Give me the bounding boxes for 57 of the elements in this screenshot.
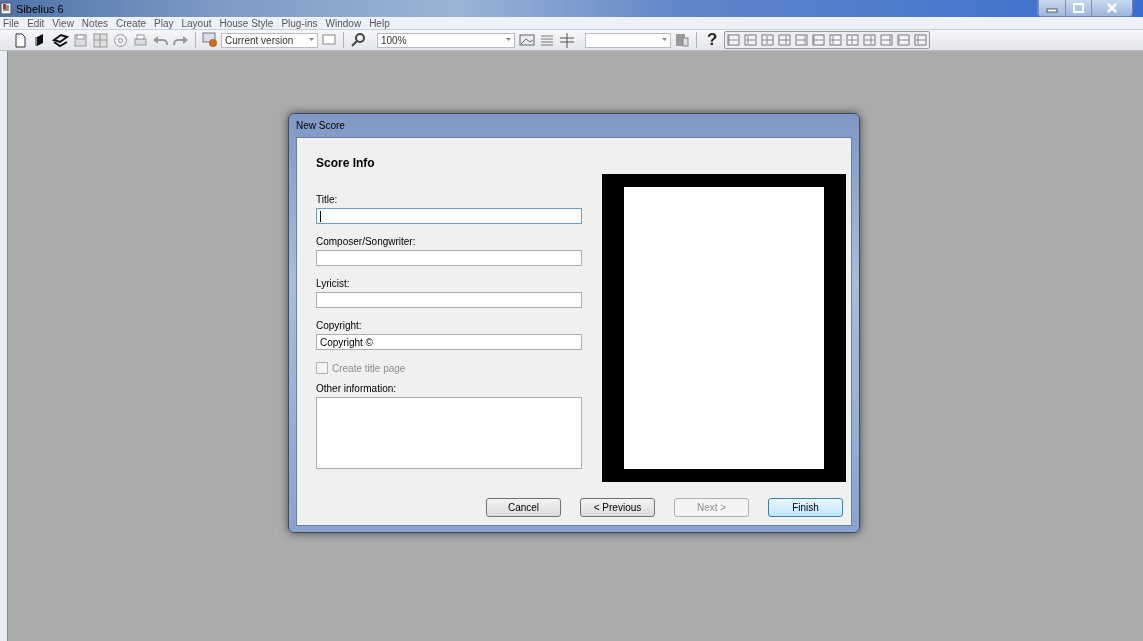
panel-toggle-icon[interactable] [895,32,913,48]
maximize-icon[interactable] [1065,0,1091,16]
input-field[interactable] [316,250,582,266]
input-field[interactable]: Copyright © [316,334,582,350]
field-label: Composer/Songwriter: [316,236,417,247]
panel-toggle-icon[interactable] [912,32,930,48]
menu-item[interactable]: Layout [181,17,212,29]
lines-icon[interactable] [539,32,555,48]
panel-toggle-icon[interactable] [861,32,879,48]
app-icon [0,2,12,15]
input-field[interactable] [316,292,582,308]
dropdown-arrow-icon [504,36,514,44]
input-field[interactable] [316,208,582,224]
close-icon[interactable] [1091,0,1132,16]
dialog-button[interactable]: < Previous [580,498,655,517]
panel-toggle-icon[interactable] [844,32,862,48]
menu-item[interactable]: Plug-ins [281,17,318,29]
menu-item[interactable]: House Style [219,17,274,29]
dropdown-arrow-icon [307,36,317,44]
panel-toggle-icon[interactable] [827,32,845,48]
panel-toggle-icon[interactable] [810,32,828,48]
style-dropdown[interactable] [585,32,671,48]
field-label: Lyricist: [316,278,351,289]
menu-item[interactable]: Window [325,17,362,29]
window-title: Sibelius 6 [16,2,64,15]
panorama-icon[interactable] [518,32,536,48]
menu-item[interactable]: Edit [27,17,45,29]
menu-item[interactable]: Help [369,17,390,29]
section-heading: Score Info [316,156,376,170]
magnifier-icon[interactable] [350,32,368,48]
version-dropdown[interactable]: Current version [221,32,318,48]
document-icon[interactable] [674,32,690,48]
field-label: Other information: [316,383,398,394]
minimize-icon[interactable] [1038,0,1065,16]
panel-toggle-icon[interactable] [776,32,794,48]
dialog-button[interactable]: Cancel [486,498,561,517]
menu-item[interactable]: View [52,17,74,29]
zoom-dropdown[interactable]: 100% [377,32,515,48]
panel-toggle-icon[interactable] [742,32,760,48]
printer-icon[interactable] [132,31,149,49]
panel-toggle-icon[interactable] [759,32,777,48]
menu-item[interactable]: Notes [81,17,108,29]
checkbox-label: Create title page [332,362,406,374]
dropdown-arrow-icon [660,36,670,44]
field-label: Title: [316,194,339,205]
panel-toggle-icon[interactable] [878,32,896,48]
field-label: Copyright: [316,320,363,331]
menu-item[interactable]: File [3,17,20,29]
panel-toggle-icon[interactable] [793,32,811,48]
menu-item[interactable]: Play [154,17,174,29]
dialog-title: New Score [296,119,346,133]
text-area[interactable] [316,397,582,469]
disc-icon[interactable] [112,31,129,49]
help-button[interactable]: ? [707,30,718,50]
panel-toggle-icon[interactable] [725,32,743,48]
dialog-button[interactable]: Finish [768,498,843,517]
menu-item[interactable]: Create [116,17,146,29]
